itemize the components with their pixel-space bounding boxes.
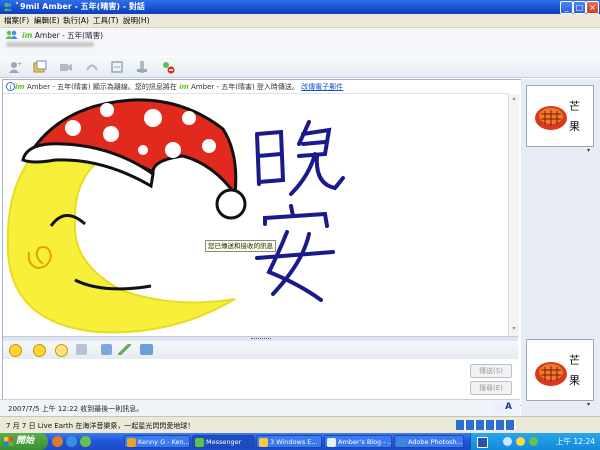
im-logo: im — [179, 83, 189, 91]
quicklaunch-icon[interactable] — [52, 436, 63, 447]
formatting-bar — [3, 341, 518, 359]
pen-icon[interactable] — [118, 344, 131, 355]
search-button[interactable]: 搜尋(E) — [470, 381, 512, 395]
moon-shape — [6, 154, 236, 334]
task-windows-explorer[interactable]: 3 Windows E... — [256, 435, 322, 448]
im-logo: im — [15, 83, 25, 91]
messenger-icon — [4, 3, 12, 11]
background-icon[interactable] — [55, 344, 68, 357]
quicklaunch-icon[interactable] — [80, 436, 91, 447]
tray-icon[interactable] — [516, 437, 525, 446]
tray-icon[interactable] — [529, 437, 538, 446]
menu-edit[interactable]: 編輯(E) — [34, 15, 60, 26]
maximize-button[interactable]: □ — [573, 1, 586, 14]
language-icon[interactable] — [477, 437, 488, 448]
svg-text:i: i — [9, 84, 11, 91]
handwriting-icon[interactable] — [140, 344, 153, 355]
close-button[interactable]: × — [586, 1, 599, 14]
avatar-label-bottom: 果 — [569, 374, 580, 387]
block-icon[interactable] — [161, 60, 175, 74]
menu-bar: 檔案(F) 編輯(E) 執行(A) 工具(T) 說明(H) — [0, 14, 600, 28]
history-scrollbar[interactable]: ▴ ▾ — [508, 94, 519, 336]
message-input[interactable] — [3, 360, 469, 398]
tooltip: 您已傳送和接收的訊息 — [205, 240, 276, 252]
drawn-word-night: 晚 — [252, 120, 253, 121]
handwriting-drawing — [6, 98, 345, 334]
clock: 上午 12:24 — [556, 437, 595, 446]
personal-message-blurred — [6, 42, 94, 47]
voice-icon[interactable] — [85, 60, 99, 74]
nudge-icon[interactable] — [76, 344, 87, 355]
scroll-up-icon[interactable]: ▴ — [510, 95, 518, 103]
browser-icon — [327, 438, 336, 447]
invite-icon[interactable]: + — [8, 60, 22, 74]
task-photoshop[interactable]: Adobe Photosh... — [394, 435, 464, 448]
avatar-label-bottom: 果 — [569, 120, 580, 133]
system-tray: 上午 12:24 — [470, 433, 600, 450]
menu-help[interactable]: 說明(H) — [123, 15, 150, 26]
toolbar: + — [0, 56, 600, 78]
send-email-link[interactable]: 改傳電子郵件 — [301, 83, 343, 91]
tray-icon[interactable] — [503, 437, 512, 446]
menu-tools[interactable]: 工具(T) — [93, 15, 118, 26]
avatar-menu-icon[interactable]: ▾ — [587, 147, 590, 154]
news-ticker[interactable]: 7 月 7 日 Live Earth 在海洋音樂祭，一起星光閃閃愛地球！ — [0, 416, 600, 434]
mango-picture-icon — [535, 362, 567, 386]
ink-icon[interactable] — [101, 344, 112, 355]
status-bar: 2007/7/5 上午 12:22 收到最後一則訊息。 A — [0, 399, 520, 416]
windows-logo-icon — [4, 437, 13, 446]
handwritten-text-strokes — [255, 120, 345, 302]
emoticon-icon[interactable] — [9, 344, 22, 357]
games-icon[interactable] — [136, 60, 150, 74]
avatar-label-top: 芒 — [569, 100, 580, 113]
task-messenger[interactable]: Messenger — [192, 435, 254, 448]
svg-text:+: + — [17, 61, 22, 68]
wink-icon[interactable] — [33, 344, 46, 357]
info-icon: i — [6, 82, 15, 91]
minimize-button[interactable]: _ — [560, 1, 573, 14]
avatar-label-top: 芒 — [569, 354, 580, 367]
menu-actions[interactable]: 執行(A) — [63, 15, 89, 26]
task-amber-blog[interactable]: Amber's Blog - ... — [324, 435, 392, 448]
video-icon[interactable] — [59, 60, 73, 74]
window-title: ﾟ9mil Amber - 五年(晴害) - 對話 — [16, 2, 145, 11]
drawn-word-peace: 安 — [262, 210, 263, 211]
contact-header: im Amber - 五年(晴害) — [0, 28, 600, 56]
title-bar: ﾟ9mil Amber - 五年(晴害) - 對話 _ □ × — [0, 0, 600, 14]
text-mode-icon[interactable]: A — [505, 402, 516, 413]
folder-icon — [259, 438, 268, 447]
offline-info-bar: i im Amber - 五年(晴害) 顯示為離線。您的訊息將在 im Ambe… — [3, 80, 508, 94]
news-ticker-text[interactable]: 7 月 7 日 Live Earth 在海洋音樂祭，一起星光閃閃愛地球！ — [6, 421, 194, 431]
messenger-icon — [195, 438, 204, 447]
photoshop-icon — [397, 438, 406, 447]
scroll-down-icon[interactable]: ▾ — [510, 325, 518, 333]
taskbar: 開始 Kenny G - Ken... Messenger 3 Windows … — [0, 433, 600, 450]
info-text: im Amber - 五年(晴害) 顯示為離線。您的訊息將在 im Amber … — [15, 83, 344, 91]
task-kenny-g[interactable]: Kenny G - Ken... — [124, 435, 190, 448]
quicklaunch-icon[interactable] — [66, 436, 77, 447]
send-button[interactable]: 傳送(S) — [470, 364, 512, 378]
avatar-column: 芒 果 ▾ 芒 果 ▾ — [521, 79, 600, 416]
mango-picture-icon — [535, 106, 567, 130]
send-file-icon[interactable] — [33, 60, 47, 74]
activities-icon[interactable] — [110, 60, 124, 74]
ticker-controls-icon[interactable] — [456, 420, 516, 430]
menu-file[interactable]: 檔案(F) — [4, 15, 29, 26]
media-player-icon — [127, 438, 136, 447]
my-avatar[interactable]: 芒 果 — [526, 339, 594, 401]
contact-status-icon — [5, 30, 18, 39]
hat-pompom — [215, 188, 247, 220]
contact-avatar[interactable]: 芒 果 — [526, 85, 594, 147]
ink-mode-icon[interactable] — [492, 402, 503, 413]
avatar-menu-icon[interactable]: ▾ — [587, 401, 590, 408]
contact-name: im Amber - 五年(晴害) — [22, 31, 104, 40]
last-message-status: 2007/7/5 上午 12:22 收到最後一則訊息。 — [8, 405, 144, 413]
im-logo: im — [22, 31, 33, 40]
